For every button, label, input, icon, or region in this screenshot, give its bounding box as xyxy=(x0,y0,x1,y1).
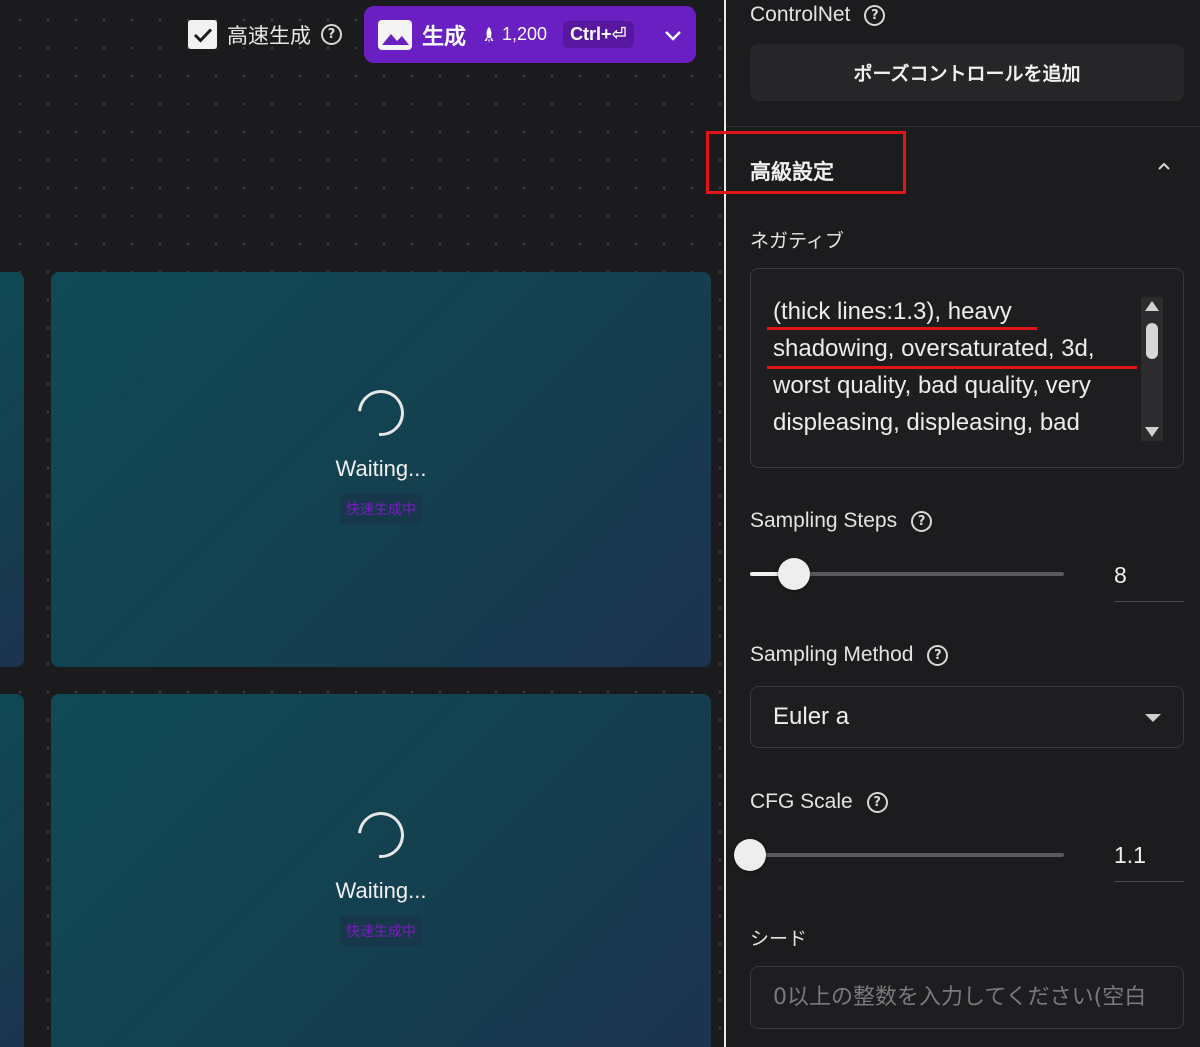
scrollbar-thumb[interactable] xyxy=(1146,323,1158,359)
negative-prompt-line: displeasing, displeasing, bad xyxy=(773,409,1080,436)
loading-spinner-icon xyxy=(348,802,414,868)
generation-canvas: 高速生成 ? 生成 1,200 Ctrl+⏎ Waiting... 快速生成中 xyxy=(0,0,724,1047)
cfg-scale-slider[interactable] xyxy=(734,839,1064,871)
negative-prompt-line: worst quality, bad quality, very xyxy=(773,372,1091,399)
image-icon xyxy=(378,19,412,50)
dropdown-arrow-icon xyxy=(1145,714,1161,722)
card-status: Waiting... xyxy=(335,878,427,903)
negative-label-text: ネガティブ xyxy=(750,230,844,252)
controlnet-label: ControlNet xyxy=(750,3,851,26)
image-card-partial xyxy=(0,272,24,667)
negative-label: ネガティブ xyxy=(750,226,844,253)
generation-toolbar: 高速生成 ? 生成 1,200 Ctrl+⏎ xyxy=(188,6,696,63)
sampling-method-section: Sampling Method ? xyxy=(750,643,949,667)
seed-input[interactable] xyxy=(750,966,1184,1029)
cfg-scale-label: CFG Scale xyxy=(750,790,853,813)
sampling-method-select[interactable]: Euler a xyxy=(750,686,1184,748)
status-badge: 快速生成中 xyxy=(340,916,422,946)
scroll-up-icon[interactable] xyxy=(1145,301,1159,311)
loading-spinner-icon xyxy=(348,380,414,446)
credit-cost: 1,200 xyxy=(480,24,547,45)
fast-generation-label: 高速生成 xyxy=(227,23,311,48)
section-divider xyxy=(726,126,1200,127)
sampling-method-value: Euler a xyxy=(773,703,850,730)
seed-label: シード xyxy=(750,928,808,950)
generate-button[interactable]: 生成 1,200 Ctrl+⏎ xyxy=(364,6,696,63)
status-badge: 快速生成中 xyxy=(340,494,422,524)
image-card-partial xyxy=(0,694,24,1047)
underline-annotation xyxy=(767,327,1037,330)
sampling-method-label: Sampling Method xyxy=(750,643,914,666)
controlnet-section: ControlNet ? xyxy=(750,3,886,27)
chevron-down-icon[interactable] xyxy=(664,29,682,41)
slider-handle[interactable] xyxy=(777,558,810,590)
help-icon[interactable]: ? xyxy=(321,24,342,45)
sampling-steps-section: Sampling Steps ? xyxy=(750,509,933,533)
help-icon[interactable]: ? xyxy=(927,644,949,666)
fast-generation-checkbox[interactable] xyxy=(188,20,217,49)
scroll-down-icon[interactable] xyxy=(1145,427,1159,437)
slider-handle[interactable] xyxy=(734,839,766,871)
credit-cost-value: 1,200 xyxy=(502,24,548,44)
sampling-steps-slider[interactable] xyxy=(750,558,1064,590)
chevron-up-icon[interactable] xyxy=(1156,160,1172,172)
scrollbar[interactable] xyxy=(1141,297,1163,441)
fast-generation-toggle[interactable]: 高速生成 ? xyxy=(188,20,342,50)
negative-prompt-line: (thick lines:1.3), heavy xyxy=(773,298,1012,325)
negative-prompt-textarea[interactable]: (thick lines:1.3), heavy shadowing, over… xyxy=(750,268,1184,468)
add-pose-control-button[interactable]: ポーズコントロールを追加 xyxy=(750,44,1184,101)
checkmark-icon xyxy=(193,27,212,43)
help-icon[interactable]: ? xyxy=(864,4,886,26)
highlight-annotation xyxy=(706,131,906,194)
generate-label: 生成 xyxy=(422,24,467,50)
cfg-scale-value[interactable]: 1.1 xyxy=(1114,842,1184,882)
card-status: Waiting... xyxy=(335,456,427,481)
sampling-steps-label: Sampling Steps xyxy=(750,509,898,532)
underline-annotation xyxy=(767,366,1137,369)
image-card[interactable]: Waiting... 快速生成中 xyxy=(51,694,711,1047)
shortcut-badge: Ctrl+⏎ xyxy=(563,21,634,48)
negative-prompt-line: shadowing, oversaturated, 3d, xyxy=(773,335,1095,362)
settings-panel: ControlNet ? ポーズコントロールを追加 高級設定 ネガティブ (th… xyxy=(706,0,1200,1047)
help-icon[interactable]: ? xyxy=(866,791,888,813)
seed-section: シード xyxy=(750,924,807,951)
rocket-icon xyxy=(484,26,494,43)
image-card[interactable]: Waiting... 快速生成中 xyxy=(51,272,711,667)
cfg-scale-section: CFG Scale ? xyxy=(750,790,888,814)
help-icon[interactable]: ? xyxy=(911,510,933,532)
sampling-steps-value[interactable]: 8 xyxy=(1114,562,1184,602)
